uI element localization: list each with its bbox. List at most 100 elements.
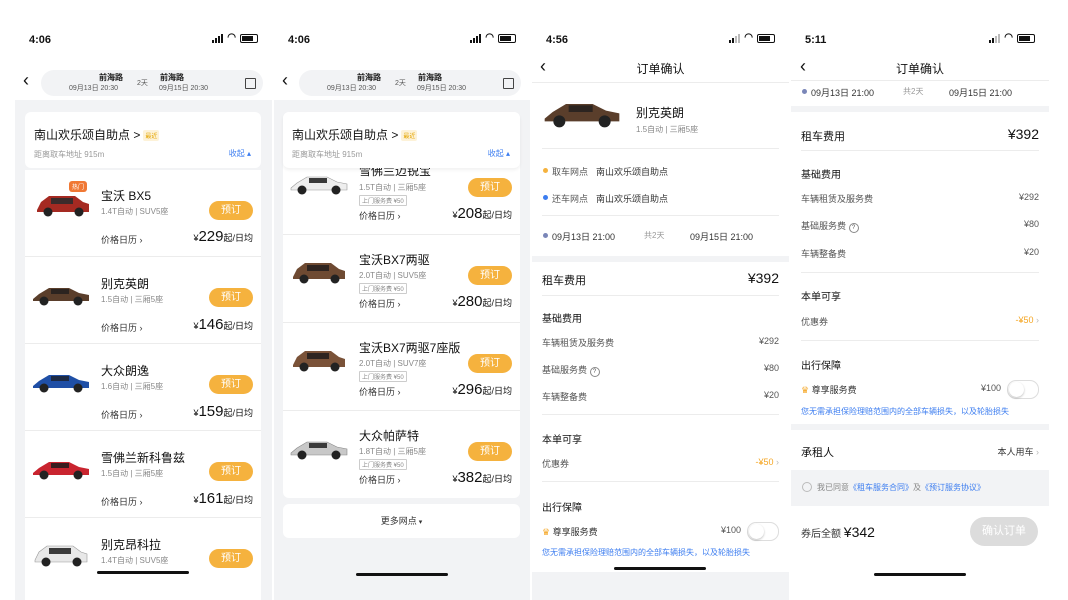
start-time: 09月13日 21:00 <box>552 232 616 242</box>
status-bar: 4:06 ◠ <box>274 30 530 50</box>
help-icon[interactable]: ? <box>848 223 859 233</box>
store-header[interactable]: 南山欢乐颂自助点 > 最近 距离取车地址 915m 收起 ▴ <box>283 112 520 168</box>
pickup-location: 前海路 <box>357 73 381 82</box>
car-name: 大众帕萨特 <box>359 429 420 443</box>
help-icon[interactable]: ? <box>589 367 600 377</box>
back-button[interactable]: ‹ <box>282 70 288 91</box>
home-indicator <box>356 573 448 576</box>
edit-icon[interactable] <box>245 78 256 89</box>
coupon-value[interactable]: -¥50 › <box>1015 315 1039 325</box>
coupon-label[interactable]: 优惠券 <box>801 315 828 328</box>
pickup-location: 前海路 <box>99 73 123 82</box>
page-title: 订单确认 <box>895 62 944 76</box>
book-button[interactable]: 预订 <box>468 266 512 285</box>
chevron-right-icon: › <box>776 457 779 467</box>
book-button[interactable]: 预订 <box>209 375 253 394</box>
discount-title: 本单可享 <box>801 292 841 303</box>
service-fee-tag: 上门服务费 ¥50 <box>359 283 407 294</box>
book-button[interactable]: 预订 <box>209 201 253 220</box>
price-calendar-label: 价格日历 <box>359 475 396 485</box>
car-price: ¥161起/日均 <box>193 490 253 507</box>
rental-contract-link[interactable]: 《租车服务合同》 <box>849 483 913 492</box>
edit-icon[interactable] <box>503 78 514 89</box>
store-header[interactable]: 南山欢乐颂自助点 > 最近 距离取车地址 915m 收起 ▴ <box>25 112 261 168</box>
vip-service-toggle[interactable] <box>1007 380 1039 399</box>
store-arrow: > <box>133 128 141 142</box>
price-calendar-link[interactable]: 价格日历 › <box>359 297 401 310</box>
car-price: ¥208起/日均 <box>452 205 512 222</box>
service-fee-tag: 上门服务费 ¥50 <box>359 195 407 206</box>
car-list: 雪佛兰迈锐宝 1.5T自动 | 三厢5座 上门服务费 ¥50 预订 价格日历 ›… <box>283 112 520 498</box>
store-name[interactable]: 南山欢乐颂自助点 > 最近 <box>34 126 160 143</box>
price-calendar-link[interactable]: 价格日历 › <box>101 408 143 421</box>
crown-icon: ♛ <box>542 527 551 537</box>
home-indicator <box>874 573 966 576</box>
start-time: 09月13日 21:00 <box>811 88 875 98</box>
divider <box>801 340 1039 341</box>
status-icons: ◠ <box>729 33 775 43</box>
collapse-label: 收起 <box>487 149 504 158</box>
store-name[interactable]: 南山欢乐颂自助点 > 最近 <box>292 126 418 143</box>
book-button[interactable]: 预订 <box>468 442 512 461</box>
price-calendar-link[interactable]: 价格日历 › <box>101 321 143 334</box>
book-button[interactable]: 预订 <box>209 288 253 307</box>
booking-agreement-link[interactable]: 《预订服务协议》 <box>921 483 985 492</box>
battery-icon <box>240 33 258 43</box>
search-bar[interactable]: 前海路 09月13日 20:30 2天 前海路 09月15日 20:30 <box>41 70 263 96</box>
status-bar: 5:11 ◠ <box>791 30 1049 50</box>
car-item[interactable]: 大众朗逸 1.6自动 | 三厢5座 预订 价格日历 › ¥159起/日均 <box>25 344 261 430</box>
price-calendar-link[interactable]: 价格日历 › <box>359 385 401 398</box>
book-button[interactable]: 预订 <box>468 354 512 373</box>
car-name: 别克英朗 <box>101 277 150 291</box>
agree-checkbox[interactable] <box>802 482 812 492</box>
status-time: 4:06 <box>288 34 311 46</box>
car-item[interactable]: 大众帕萨特 1.8T自动 | 三厢5座 上门服务费 ¥50 预订 价格日历 › … <box>283 411 520 498</box>
confirm-order-button[interactable]: 确认订单 <box>970 517 1038 546</box>
return-value: 南山欢乐颂自助点 <box>596 194 669 204</box>
car-item[interactable]: 雪佛兰新科鲁兹 1.5自动 | 三厢5座 预订 价格日历 › ¥161起/日均 <box>25 431 261 517</box>
rent-fee-label: 租车费用 <box>801 131 845 143</box>
per-day: 起/日均 <box>482 210 512 220</box>
book-button[interactable]: 预订 <box>209 462 253 481</box>
more-stores-button[interactable]: 更多网点 ▾ <box>283 504 520 538</box>
car-item[interactable]: 热门 宝沃 BX5 1.4T自动 | SUV5座 预订 价格日历 › ¥229起… <box>25 170 261 256</box>
vip-service-note: 您无需承担保险理赔范围内的全部车辆损失，以及轮胎损失 <box>542 548 750 557</box>
coupon-value[interactable]: -¥50 › <box>755 457 779 467</box>
chevron-right-icon: › <box>1036 315 1039 325</box>
book-button[interactable]: 预订 <box>209 549 253 568</box>
divider <box>542 215 779 216</box>
signal-icon <box>212 33 224 43</box>
service-fee-tag: 上门服务费 ¥50 <box>359 459 407 470</box>
car-spec: 1.5自动 | 三厢5座 <box>101 295 164 304</box>
agree-prefix: 我已同意 <box>817 483 849 492</box>
car-image-malibu <box>290 176 348 195</box>
car-image-excelle <box>33 288 89 306</box>
pickup-value: 南山欢乐颂自助点 <box>596 167 669 177</box>
coupon-amount: -¥50 <box>755 457 774 467</box>
screen-order-confirm-2: 5:11 ◠ ‹ 订单确认 09月13日 21:00 共2天 09月15日 21… <box>791 0 1049 600</box>
car-item[interactable]: 别克昂科拉 1.4T自动 | SUV5座 预订 <box>25 518 261 600</box>
car-item[interactable]: 宝沃BX7两驱7座版 2.0T自动 | SUV7座 上门服务费 ¥50 预订 价… <box>283 323 520 410</box>
car-price: ¥296起/日均 <box>452 381 512 398</box>
price-calendar-link[interactable]: 价格日历 › <box>359 473 401 486</box>
price-calendar-link[interactable]: 价格日历 › <box>101 233 143 246</box>
search-bar[interactable]: 前海路 09月13日 20:30 2天 前海路 09月15日 20:30 <box>299 70 521 96</box>
book-button[interactable]: 预订 <box>468 178 512 197</box>
car-price: ¥280起/日均 <box>452 293 512 310</box>
collapse-button[interactable]: 收起 ▴ <box>488 148 510 159</box>
price-calendar-link[interactable]: 价格日历 › <box>101 495 143 508</box>
collapse-button[interactable]: 收起 ▴ <box>229 148 251 159</box>
price-calendar-link[interactable]: 价格日历 › <box>359 209 401 222</box>
car-item[interactable]: 宝沃BX7两驱 2.0T自动 | SUV5座 上门服务费 ¥50 预订 价格日历… <box>283 235 520 322</box>
coupon-label[interactable]: 优惠券 <box>542 457 569 470</box>
back-button[interactable]: ‹ <box>23 70 29 91</box>
vip-service-toggle[interactable] <box>747 522 779 541</box>
fee-service-text: 基础服务费 <box>542 365 588 375</box>
status-bar: 4:56 ◠ <box>532 30 789 50</box>
screen-car-list-2: 4:06 ◠ ‹ 前海路 09月13日 20:30 2天 前海路 09月15日 … <box>274 0 530 600</box>
car-image-cruze <box>33 462 89 480</box>
car-item[interactable]: 别克英朗 1.5自动 | 三厢5座 预订 价格日历 › ¥146起/日均 <box>25 257 261 343</box>
car-price: ¥159起/日均 <box>193 403 253 420</box>
renter-value[interactable]: 本人用车 › <box>997 445 1039 458</box>
total-value: ¥342 <box>843 524 875 540</box>
